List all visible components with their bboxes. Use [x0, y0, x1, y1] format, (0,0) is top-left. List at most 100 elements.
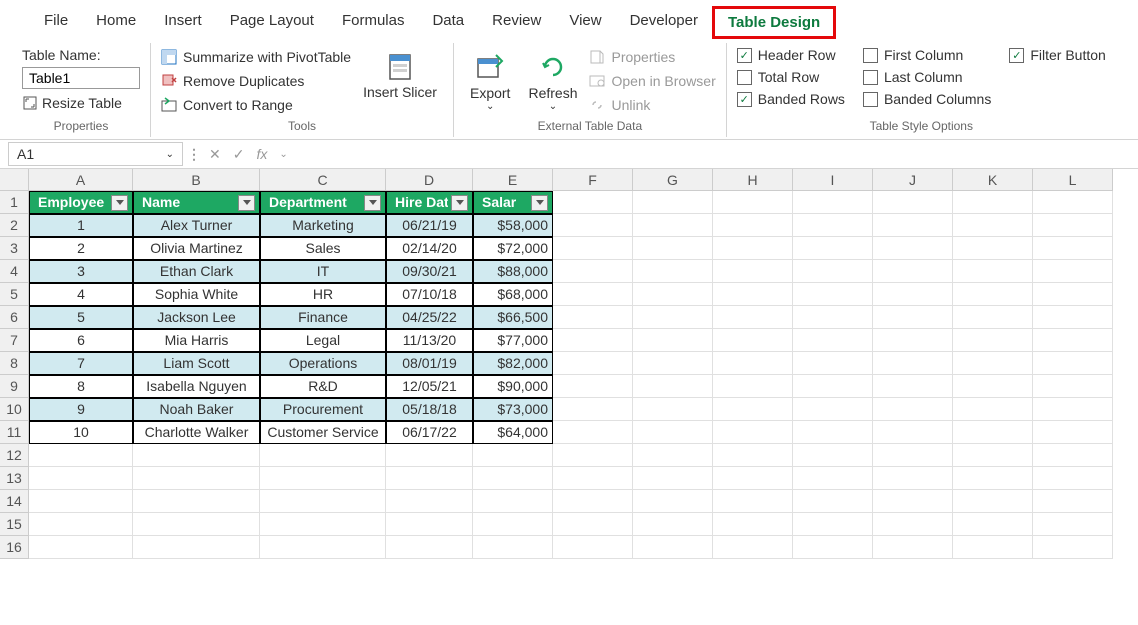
cell-A5[interactable]: 4 [29, 283, 133, 306]
cell-I13[interactable] [793, 467, 873, 490]
cell-D13[interactable] [386, 467, 473, 490]
cell-B8[interactable]: Liam Scott [133, 352, 260, 375]
row-header-3[interactable]: 3 [0, 237, 29, 260]
cell-L5[interactable] [1033, 283, 1113, 306]
cell-C4[interactable]: IT [260, 260, 386, 283]
cell-E8[interactable]: $82,000 [473, 352, 553, 375]
cancel-icon[interactable]: ✕ [205, 144, 225, 165]
fx-icon[interactable]: fx [252, 144, 271, 164]
row-header-12[interactable]: 12 [0, 444, 29, 467]
row-header-7[interactable]: 7 [0, 329, 29, 352]
cell-E14[interactable] [473, 490, 553, 513]
cell-G9[interactable] [633, 375, 713, 398]
cell-D11[interactable]: 06/17/22 [386, 421, 473, 444]
cell-K2[interactable] [953, 214, 1033, 237]
col-header-K[interactable]: K [953, 169, 1033, 191]
cell-F10[interactable] [553, 398, 633, 421]
row-header-10[interactable]: 10 [0, 398, 29, 421]
cell-E15[interactable] [473, 513, 553, 536]
cell-B16[interactable] [133, 536, 260, 559]
cell-C13[interactable] [260, 467, 386, 490]
cell-F12[interactable] [553, 444, 633, 467]
cell-D5[interactable]: 07/10/18 [386, 283, 473, 306]
cell-H5[interactable] [713, 283, 793, 306]
tab-file[interactable]: File [30, 6, 82, 39]
cell-D2[interactable]: 06/21/19 [386, 214, 473, 237]
filter-button[interactable] [111, 195, 128, 211]
cell-C12[interactable] [260, 444, 386, 467]
row-header-16[interactable]: 16 [0, 536, 29, 559]
cell-K3[interactable] [953, 237, 1033, 260]
check-banded-rows[interactable]: ✓ Banded Rows [737, 91, 845, 107]
cell-E6[interactable]: $66,500 [473, 306, 553, 329]
cell-E12[interactable] [473, 444, 553, 467]
cell-H7[interactable] [713, 329, 793, 352]
cell-B5[interactable]: Sophia White [133, 283, 260, 306]
cell-G11[interactable] [633, 421, 713, 444]
cell-L11[interactable] [1033, 421, 1113, 444]
cell-E1[interactable]: Salar [473, 191, 553, 214]
cell-E11[interactable]: $64,000 [473, 421, 553, 444]
cell-K1[interactable] [953, 191, 1033, 214]
cell-A10[interactable]: 9 [29, 398, 133, 421]
tab-insert[interactable]: Insert [150, 6, 216, 39]
cell-H16[interactable] [713, 536, 793, 559]
col-header-I[interactable]: I [793, 169, 873, 191]
cell-C6[interactable]: Finance [260, 306, 386, 329]
row-header-2[interactable]: 2 [0, 214, 29, 237]
cell-L15[interactable] [1033, 513, 1113, 536]
refresh-button[interactable]: Refresh ⌄ [522, 47, 583, 115]
cell-B12[interactable] [133, 444, 260, 467]
cell-H1[interactable] [713, 191, 793, 214]
cell-A12[interactable] [29, 444, 133, 467]
cell-F1[interactable] [553, 191, 633, 214]
formula-input[interactable] [296, 142, 1130, 166]
cell-D4[interactable]: 09/30/21 [386, 260, 473, 283]
filter-button[interactable] [451, 195, 468, 211]
cell-A11[interactable]: 10 [29, 421, 133, 444]
cell-H8[interactable] [713, 352, 793, 375]
cell-J15[interactable] [873, 513, 953, 536]
cell-F8[interactable] [553, 352, 633, 375]
cell-L3[interactable] [1033, 237, 1113, 260]
cell-F13[interactable] [553, 467, 633, 490]
cell-F6[interactable] [553, 306, 633, 329]
cell-G15[interactable] [633, 513, 713, 536]
cell-B6[interactable]: Jackson Lee [133, 306, 260, 329]
check-banded-columns[interactable]: Banded Columns [863, 91, 991, 107]
cell-A6[interactable]: 5 [29, 306, 133, 329]
convert-range-button[interactable]: Convert to Range [161, 95, 351, 115]
cell-J16[interactable] [873, 536, 953, 559]
cell-G16[interactable] [633, 536, 713, 559]
row-header-5[interactable]: 5 [0, 283, 29, 306]
cell-J7[interactable] [873, 329, 953, 352]
filter-button[interactable] [531, 195, 548, 211]
cell-L8[interactable] [1033, 352, 1113, 375]
cell-E2[interactable]: $58,000 [473, 214, 553, 237]
cell-L10[interactable] [1033, 398, 1113, 421]
col-header-C[interactable]: C [260, 169, 386, 191]
cell-K11[interactable] [953, 421, 1033, 444]
cell-E13[interactable] [473, 467, 553, 490]
insert-slicer-button[interactable]: Insert Slicer [357, 47, 443, 104]
cell-F5[interactable] [553, 283, 633, 306]
cell-H11[interactable] [713, 421, 793, 444]
cell-L12[interactable] [1033, 444, 1113, 467]
cell-I5[interactable] [793, 283, 873, 306]
tab-data[interactable]: Data [418, 6, 478, 39]
cell-I1[interactable] [793, 191, 873, 214]
cell-A1[interactable]: Employee I [29, 191, 133, 214]
cell-E16[interactable] [473, 536, 553, 559]
cell-D3[interactable]: 02/14/20 [386, 237, 473, 260]
cell-C3[interactable]: Sales [260, 237, 386, 260]
row-header-4[interactable]: 4 [0, 260, 29, 283]
cell-J1[interactable] [873, 191, 953, 214]
cell-D14[interactable] [386, 490, 473, 513]
cell-A7[interactable]: 6 [29, 329, 133, 352]
cell-D15[interactable] [386, 513, 473, 536]
cell-H4[interactable] [713, 260, 793, 283]
cell-D16[interactable] [386, 536, 473, 559]
cell-I8[interactable] [793, 352, 873, 375]
cell-D1[interactable]: Hire Dat [386, 191, 473, 214]
cell-B1[interactable]: Name [133, 191, 260, 214]
